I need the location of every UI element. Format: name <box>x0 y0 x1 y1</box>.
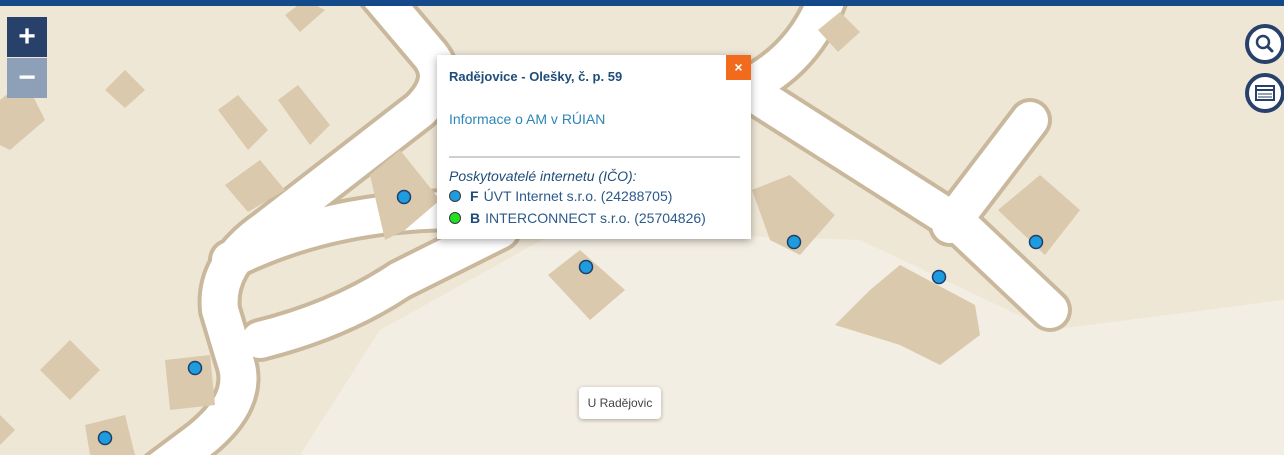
provider-name: INTERCONNECT s.r.o. (25704826) <box>485 210 706 226</box>
address-point <box>187 360 203 376</box>
address-point <box>578 259 594 275</box>
ruian-info-link[interactable]: Informace o AM v RÚIAN <box>449 111 605 127</box>
provider-code: F <box>470 188 479 204</box>
popup-close-button[interactable]: × <box>726 55 751 80</box>
popup-title: Radějovice - Olešky, č. p. 59 <box>449 69 623 84</box>
address-point <box>786 234 802 250</box>
provider-status-icon <box>449 190 461 202</box>
provider-item: B INTERCONNECT s.r.o. (25704826) <box>449 210 706 226</box>
address-point <box>97 430 113 446</box>
table-icon <box>1255 85 1275 101</box>
zoom-in-button[interactable]: + <box>7 17 47 57</box>
provider-name: ÚVT Internet s.r.o. (24288705) <box>483 188 673 204</box>
address-point <box>931 269 947 285</box>
search-button[interactable] <box>1245 24 1284 64</box>
popup-divider <box>449 156 740 158</box>
address-popup: Radějovice - Olešky, č. p. 59 × Informac… <box>437 55 751 239</box>
address-point <box>396 189 412 205</box>
street-label: U Radějovic <box>579 387 661 419</box>
address-point <box>1028 234 1044 250</box>
table-button[interactable] <box>1245 73 1284 113</box>
search-icon <box>1255 34 1274 53</box>
top-bar <box>0 0 1284 6</box>
provider-item: F ÚVT Internet s.r.o. (24288705) <box>449 188 672 204</box>
provider-status-icon <box>449 212 461 224</box>
providers-heading: Poskytovatelé internetu (IČO): <box>449 168 637 184</box>
provider-code: B <box>470 210 481 226</box>
zoom-out-button[interactable]: − <box>7 58 47 98</box>
